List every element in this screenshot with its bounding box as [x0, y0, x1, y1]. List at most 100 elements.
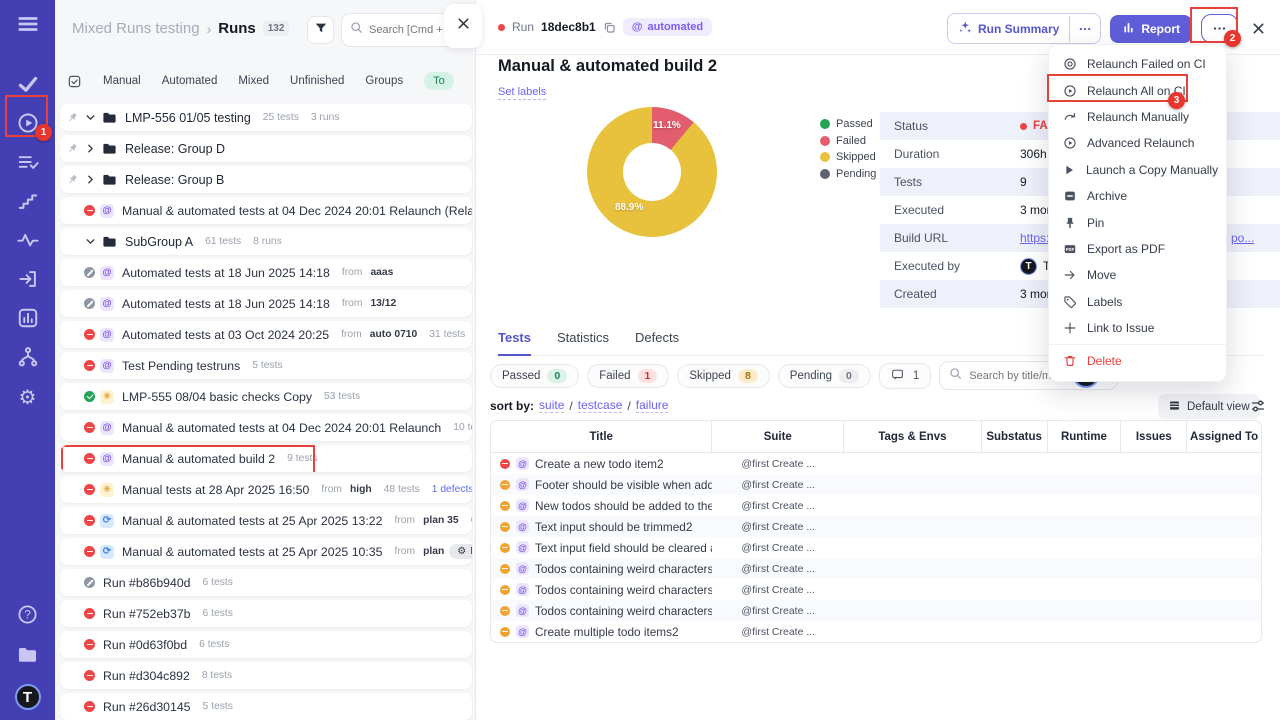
report-button[interactable]: Report [1110, 14, 1192, 43]
run-row[interactable]: ✳ LMP-555 08/04 basic checks Copy 53 tests [60, 383, 472, 410]
panel-close-button[interactable] [444, 4, 482, 48]
tab-statistics[interactable]: Statistics [557, 330, 609, 355]
sidebar-item-help[interactable]: ? [17, 604, 38, 630]
run-summary-more-button[interactable] [1069, 15, 1100, 42]
suite-cell: @first Create ... [741, 499, 816, 512]
chevron-right-icon[interactable] [84, 142, 97, 155]
runs-tab-manual[interactable]: Manual [103, 75, 141, 87]
run-row[interactable]: ✳ Manual tests at 28 Apr 2025 16:50 from hi… [60, 476, 472, 503]
chip-skipped[interactable]: Skipped 8 [677, 363, 770, 388]
column-header-tags-envs[interactable]: Tags & Envs [844, 421, 982, 452]
legend-label: Pending [836, 167, 877, 180]
workspace-avatar[interactable]: T [14, 684, 41, 710]
chip-pending[interactable]: Pending 0 [777, 363, 871, 388]
filter-button[interactable] [307, 16, 334, 44]
run-row[interactable]: ⟳ Manual & automated tests at 25 Apr 2025… [60, 507, 472, 534]
menu-item-pin[interactable]: Pin [1049, 209, 1226, 235]
runs-tab-pill[interactable]: To [424, 72, 454, 90]
chevron-right-icon[interactable] [84, 173, 97, 186]
table-row[interactable]: @ New todos should be added to the bottom… [491, 495, 1261, 516]
run-row[interactable]: ⟳ Manual & automated tests at 25 Apr 2025… [60, 538, 472, 565]
runs-search-input[interactable] [369, 24, 454, 36]
sidebar-item-menu[interactable] [0, 14, 55, 38]
chip-passed[interactable]: Passed 0 [490, 363, 580, 388]
runs-tab-mixed[interactable]: Mixed [238, 75, 269, 87]
column-header-assigned-to[interactable]: Assigned To [1187, 421, 1261, 452]
run-row[interactable]: @ Automated tests at 18 Jun 2025 14:18 fro… [60, 259, 472, 286]
sidebar-item-tasks[interactable] [0, 74, 55, 98]
menu-item-labels[interactable]: Labels [1049, 289, 1226, 315]
menu-item-delete[interactable]: Delete [1049, 348, 1226, 374]
run-group-row[interactable]: SubGroup A 61 tests 8 runs [60, 228, 472, 255]
menu-item-relaunch-manually[interactable]: Relaunch Manually [1049, 104, 1226, 130]
sort-by-suite[interactable]: suite [539, 398, 565, 413]
table-row[interactable]: @ Create multiple todo items2 @first Creat… [491, 621, 1261, 642]
sidebar-item-settings[interactable]: ⚙ [0, 386, 55, 410]
runs-tab-groups[interactable]: Groups [365, 75, 403, 87]
run-title: Run #d304c892 [103, 668, 190, 683]
sidebar-item-branches[interactable] [0, 346, 55, 371]
menu-item-export-as-pdf[interactable]: PDF Export as PDF [1049, 236, 1226, 262]
breadcrumb-section[interactable]: Runs [218, 20, 256, 37]
run-row[interactable]: Run #26d30145 5 tests [60, 693, 472, 720]
menu-item-relaunch-failed-on-ci[interactable]: Relaunch Failed on CI [1049, 51, 1226, 77]
run-row[interactable]: @ Manual & automated tests at 04 Dec 2024… [60, 414, 472, 441]
column-header-suite[interactable]: Suite [712, 421, 845, 452]
table-row[interactable]: @ Footer should be visible when adding TO… [491, 474, 1261, 495]
run-row[interactable]: @ Automated tests at 18 Jun 2025 14:18 fro… [60, 290, 472, 317]
table-row[interactable]: @ Create a new todo item2 @first Create ..… [491, 453, 1261, 474]
defects-link[interactable]: 1 defects [432, 484, 472, 495]
column-header-runtime[interactable]: Runtime [1048, 421, 1122, 452]
menu-item-move[interactable]: Move [1049, 262, 1226, 288]
table-row[interactable]: @ Text input field should be cleared afte… [491, 537, 1261, 558]
sidebar-item-import[interactable] [0, 269, 55, 293]
sidebar-item-milestones[interactable] [0, 191, 55, 215]
menu-item-advanced-relaunch[interactable]: Advanced Relaunch [1049, 130, 1226, 156]
comments-chip[interactable]: 1 [878, 362, 932, 389]
run-row[interactable]: Run #d304c892 8 tests [60, 662, 472, 689]
menu-item-link-to-issue[interactable]: Link to Issue [1049, 315, 1226, 341]
default-view-button[interactable]: Default view [1158, 394, 1260, 419]
run-summary-button[interactable]: Run Summary [946, 13, 1102, 44]
run-row[interactable]: @ Manual & automated build 2 9 tests [60, 445, 472, 472]
column-header-issues[interactable]: Issues [1121, 421, 1188, 452]
run-group-row[interactable]: Release: Group B [60, 166, 472, 193]
breadcrumb-project[interactable]: Mixed Runs testing [72, 20, 200, 37]
chevron-down-icon[interactable] [84, 111, 97, 124]
build-url-link-end[interactable]: po... [1231, 231, 1254, 245]
column-header-substatus[interactable]: Substatus [982, 421, 1048, 452]
run-row[interactable]: @ Automated tests at 03 Oct 2024 20:25 fro… [60, 321, 472, 348]
run-group-row[interactable]: Release: Group D [60, 135, 472, 162]
copy-icon[interactable] [603, 21, 616, 34]
menu-item-launch-a-copy-manually[interactable]: Launch a Copy Manually [1049, 157, 1226, 183]
tab-tests[interactable]: Tests [498, 330, 531, 356]
table-row[interactable]: @ Todos containing weird characters2 @firs… [491, 600, 1261, 621]
sort-by-failure[interactable]: failure [635, 398, 669, 413]
table-row[interactable]: @ Todos containing weird characters2 @firs… [491, 579, 1261, 600]
table-row[interactable]: @ Text input should be trimmed2 @first Cre… [491, 516, 1261, 537]
run-row[interactable]: @ Test Pending testruns 5 tests [60, 352, 472, 379]
menu-item-archive[interactable]: Archive [1049, 183, 1226, 209]
menu-item-relaunch-all-on-ci[interactable]: Relaunch All on CI [1049, 77, 1226, 103]
column-header-title[interactable]: Title [491, 421, 713, 452]
set-labels-link[interactable]: Set labels [498, 86, 547, 100]
detail-close-icon[interactable] [1251, 21, 1266, 36]
tab-defects[interactable]: Defects [635, 330, 679, 355]
chip-failed[interactable]: Failed 1 [587, 363, 670, 388]
runs-tab-unfinished[interactable]: Unfinished [290, 75, 344, 87]
run-row[interactable]: Run #0d63f0bd 6 tests [60, 631, 472, 658]
chevron-down-icon[interactable] [84, 235, 97, 248]
select-all-icon[interactable] [67, 74, 82, 89]
sidebar-item-projects[interactable] [17, 644, 38, 670]
run-row[interactable]: Run #752eb37b 6 tests [60, 600, 472, 627]
run-row[interactable]: @ Manual & automated tests at 04 Dec 2024… [60, 197, 472, 224]
sidebar-item-analytics[interactable] [0, 308, 55, 332]
sidebar-item-test-plans[interactable] [0, 152, 55, 176]
run-group-row[interactable]: LMP-556 01/05 testing 25 tests 3 runs [60, 104, 472, 131]
sort-by-testcase[interactable]: testcase [577, 398, 623, 413]
column-settings-icon[interactable] [1250, 398, 1266, 419]
runs-tab-automated[interactable]: Automated [162, 75, 218, 87]
run-row[interactable]: Run #b86b940d 6 tests [60, 569, 472, 596]
sidebar-item-activity[interactable] [0, 230, 55, 254]
table-row[interactable]: @ Todos containing weird characters2 @firs… [491, 558, 1261, 579]
